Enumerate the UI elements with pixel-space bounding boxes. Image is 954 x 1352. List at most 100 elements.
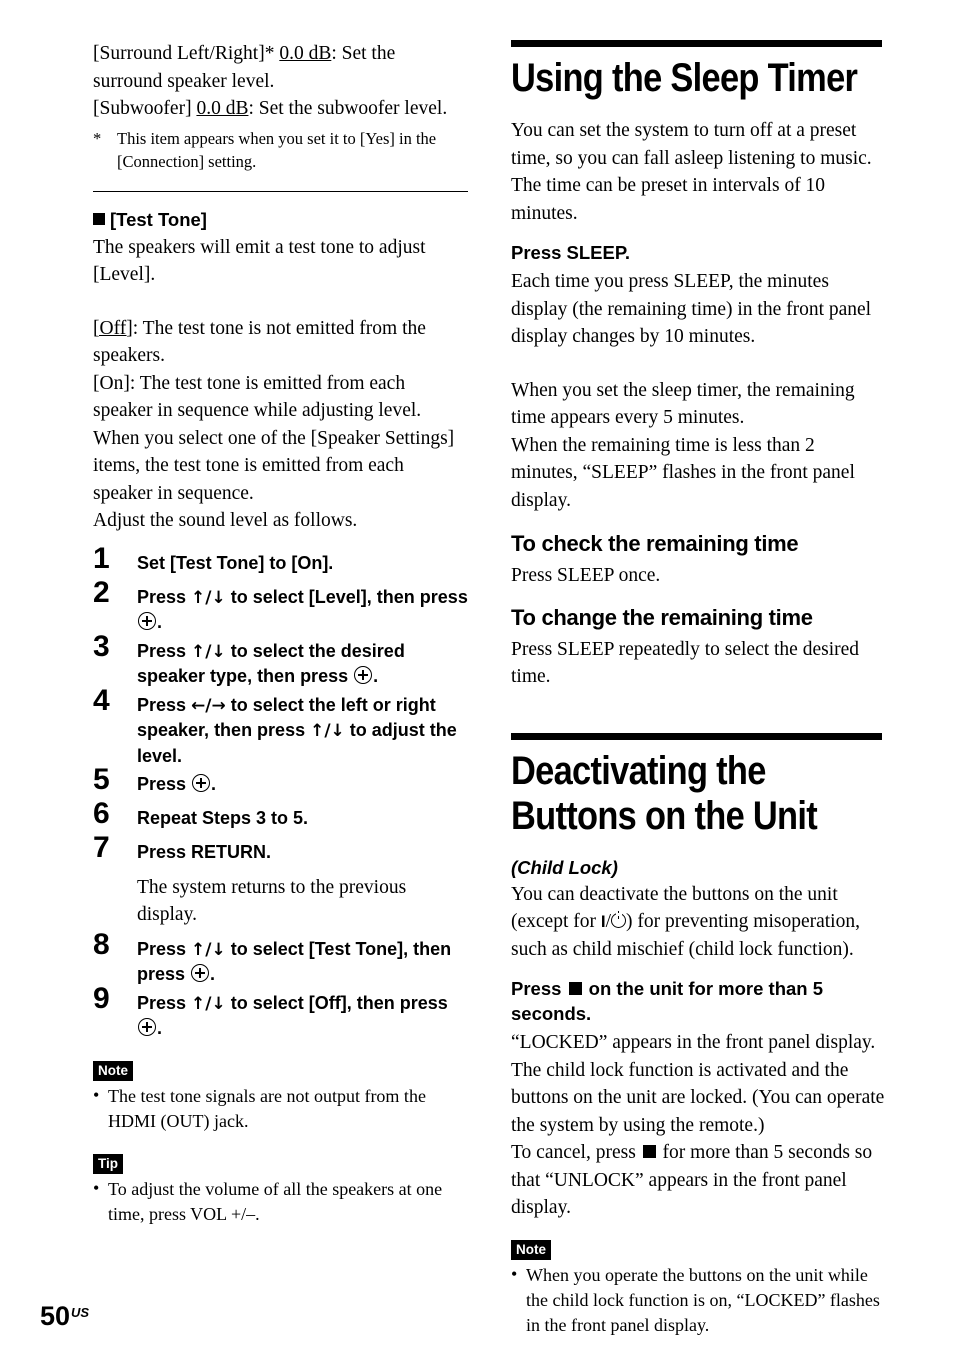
step-text: Press ←/→ to select the left or right sp… <box>137 693 468 769</box>
test-tone-adjust-line: Adjust the sound level as follows. <box>93 510 358 531</box>
page-number: 50US <box>40 1299 89 1330</box>
step-text-part: . <box>157 612 163 632</box>
step-text-part: Press <box>137 586 192 607</box>
child-lock-press-heading: Press on the unit for more than 5 second… <box>511 976 886 1026</box>
option-off-desc: : The test tone is not emitted from the … <box>93 317 426 367</box>
tip-bullet-text: To adjust the volume of all the speakers… <box>108 1178 443 1224</box>
test-tone-heading-label: [Test Tone] <box>110 208 207 230</box>
step-text: Press ↑/↓ to select [Off], then press . <box>137 991 468 1041</box>
step-text-part: Set [Test Tone] to [On]. <box>137 552 334 573</box>
step-number: 2 <box>93 575 110 609</box>
child-lock-body-2: To cancel, press for more than 5 seconds… <box>511 1139 886 1222</box>
step-2: 2 Press ↑/↓ to select [Level], then pres… <box>93 577 468 635</box>
tip-badge: Tip <box>93 1153 123 1174</box>
test-tone-option-off: [Off]: The test tone is not emitted from… <box>93 315 468 370</box>
stop-button-icon <box>642 1145 656 1158</box>
up-down-arrows-icon: ↑/↓ <box>310 721 345 741</box>
right-column: Using the Sleep Timer You can set the sy… <box>511 40 886 1338</box>
step-number: 3 <box>93 629 110 663</box>
up-down-arrows-icon: ↑/↓ <box>191 641 226 662</box>
step-text-part: Press <box>137 774 192 794</box>
step-number: 4 <box>93 683 110 717</box>
subwoofer-level-desc: : Set the subwoofer level. <box>248 98 448 119</box>
step-6: 6 Repeat Steps 3 to 5. <box>93 799 468 836</box>
footnote-text: This item appears when you set it to [Ye… <box>117 128 437 171</box>
enter-button-icon <box>192 774 211 792</box>
check-remaining-body: Press SLEEP once. <box>511 565 661 586</box>
child-lock-body-1: “LOCKED” appears in the front panel disp… <box>511 1032 885 1136</box>
bullet-dot: • <box>93 1177 100 1198</box>
step-text: Press . <box>137 772 468 797</box>
step-text: Press ↑/↓ to select the desired speaker … <box>137 639 468 689</box>
note-block-right: Note • When you operate the buttons on t… <box>511 1239 886 1338</box>
child-lock-intro: You can deactivate the buttons on the un… <box>511 881 886 964</box>
step-number: 1 <box>93 541 110 575</box>
step-number: 6 <box>93 797 110 830</box>
step-text-part: . <box>157 1018 163 1038</box>
enter-button-icon <box>138 612 156 630</box>
test-tone-heading: [Test Tone] <box>93 208 468 232</box>
press-sleep-heading: Press SLEEP. <box>511 242 630 263</box>
body-2-before: To cancel, press <box>511 1142 641 1163</box>
subwoofer-level-label: [Subwoofer] <box>93 98 192 119</box>
enter-button-icon <box>354 666 373 684</box>
surround-level-label: [Surround Left/Right] <box>93 43 265 64</box>
child-lock-subtitle: (Child Lock) <box>511 856 618 878</box>
child-lock-title: Deactivating the Buttons on the Unit <box>511 748 818 838</box>
note-bullet: • When you operate the buttons on the un… <box>511 1263 886 1338</box>
test-tone-intro: The speakers will emit a test tone to ad… <box>93 236 426 286</box>
step-9: 9 Press ↑/↓ to select [Off], then press … <box>93 983 468 1041</box>
note-bullet-text: When you operate the buttons on the unit… <box>526 1264 880 1335</box>
subwoofer-level-line: [Subwoofer] 0.0 dB: Set the subwoofer le… <box>93 95 468 123</box>
step-text: Press RETURN. <box>137 840 468 865</box>
footnote-marker: * <box>93 128 102 148</box>
step-text: Press ↑/↓ to select [Test Tone], then pr… <box>137 937 468 987</box>
sleep-timer-intro: You can set the system to turn off at a … <box>511 120 872 224</box>
step-5: 5 Press . <box>93 765 468 802</box>
up-down-arrows-icon: ↑/↓ <box>191 993 226 1014</box>
standby-circle-glyph <box>611 911 627 928</box>
step-text-part: Press <box>137 640 192 661</box>
step-text-part: Press <box>137 694 192 715</box>
step-text-part: . <box>211 774 217 794</box>
section-rule-child-lock <box>511 732 882 740</box>
check-remaining-heading: To check the remaining time <box>511 531 799 556</box>
step-number: 9 <box>93 981 110 1015</box>
change-remaining-body: Press SLEEP repeatedly to select the des… <box>511 638 860 688</box>
step-text: Set [Test Tone] to [On]. <box>137 551 468 576</box>
step-4: 4 Press ←/→ to select the left or right … <box>93 685 468 769</box>
step-3: 3 Press ↑/↓ to select the desired speake… <box>93 631 468 689</box>
note-badge: Note <box>511 1239 551 1260</box>
step-text-part: . <box>373 666 379 686</box>
step-7: 7 Press RETURN. The system returns to th… <box>93 833 468 928</box>
step-text: Repeat Steps 3 to 5. <box>137 806 468 831</box>
press-heading-before: Press <box>511 978 567 999</box>
left-column: [Surround Left/Right]* 0.0 dB: Set the s… <box>93 40 468 1227</box>
tip-block-left: Tip • To adjust the volume of all the sp… <box>93 1153 468 1227</box>
bullet-dot: • <box>93 1084 100 1105</box>
test-tone-steps: 1 Set [Test Tone] to [On]. 2 Press ↑/↓ t… <box>93 543 468 1041</box>
enter-button-icon <box>138 1018 156 1036</box>
speaker-level-block: [Surround Left/Right]* 0.0 dB: Set the s… <box>93 40 468 173</box>
step-text: Press ↑/↓ to select [Level], then press … <box>137 585 468 635</box>
step-text-part: . <box>210 964 216 984</box>
press-sleep-body: Each time you press SLEEP, the minutes d… <box>511 271 872 347</box>
surround-level-value: 0.0 dB <box>279 43 332 64</box>
surround-level-asterisk: * <box>264 43 275 64</box>
up-down-arrows-icon: ↑/↓ <box>191 939 226 960</box>
option-off-label: [Off] <box>93 317 133 339</box>
page-number-value: 50 <box>40 1301 71 1331</box>
step-text-part: Press RETURN. <box>137 842 272 862</box>
subwoofer-level-value: 0.0 dB <box>196 98 249 119</box>
note-block-left: Note • The test tone signals are not out… <box>93 1060 468 1134</box>
note-badge: Note <box>93 1060 133 1081</box>
step-number: 5 <box>93 763 110 796</box>
remaining-time-para-2: When the remaining time is less than 2 m… <box>511 434 855 511</box>
step-text-part: to select [Level], then press <box>225 586 468 607</box>
note-bullet: • The test tone signals are not output f… <box>93 1084 468 1134</box>
left-right-arrows-icon: ←/→ <box>191 695 226 716</box>
step-text-part: Repeat Steps 3 to 5. <box>137 808 309 828</box>
test-tone-option-on: [On]: The test tone is emitted from each… <box>93 372 455 504</box>
manual-page: [Surround Left/Right]* 0.0 dB: Set the s… <box>0 0 954 1352</box>
step-text-part: Press <box>137 938 192 959</box>
